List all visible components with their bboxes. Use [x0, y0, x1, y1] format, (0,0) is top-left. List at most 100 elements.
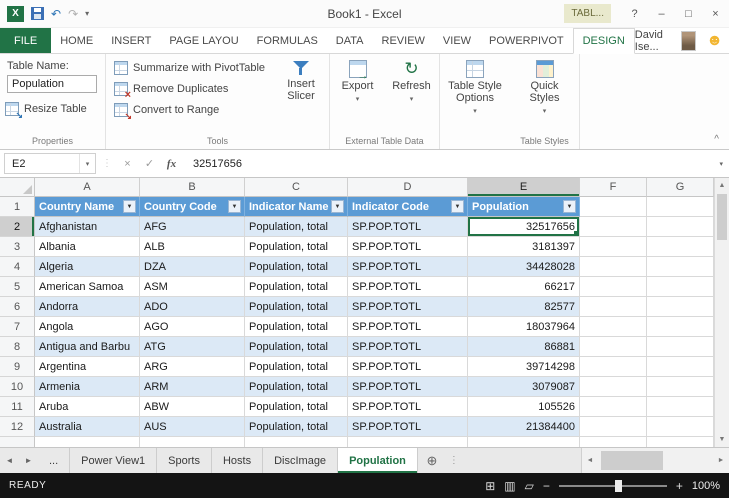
ribbon-tab-data[interactable]: DATA [327, 28, 373, 53]
page-break-view-icon[interactable]: ▱ [525, 480, 534, 492]
ribbon-tab-home[interactable]: HOME [51, 28, 102, 53]
cell-D5[interactable]: SP.POP.TOTL [348, 277, 468, 297]
cell-B5[interactable]: ASM [140, 277, 245, 297]
redo-icon[interactable]: ↷ [68, 8, 78, 20]
save-icon[interactable] [31, 7, 44, 20]
ribbon-tab-formulas[interactable]: FORMULAS [248, 28, 327, 53]
cell-G7[interactable] [647, 317, 714, 337]
cell-G11[interactable] [647, 397, 714, 417]
new-sheet-icon[interactable]: ⊕ [418, 448, 446, 473]
cell-D7[interactable]: SP.POP.TOTL [348, 317, 468, 337]
cell-G3[interactable] [647, 237, 714, 257]
row-header-10[interactable]: 10 [0, 377, 35, 397]
table-header-cell-E1[interactable]: Population ▼ [468, 197, 580, 217]
column-header-D[interactable]: D [348, 178, 468, 197]
row-header-11[interactable]: 11 [0, 397, 35, 417]
cell-F7[interactable] [580, 317, 647, 337]
ribbon-tab-file[interactable]: FILE [0, 28, 52, 53]
cell-G5[interactable] [647, 277, 714, 297]
cell-F5[interactable] [580, 277, 647, 297]
undo-icon[interactable]: ↶ [51, 8, 61, 20]
horizontal-scrollbar[interactable]: ◄ ► [581, 448, 729, 473]
row-header-4[interactable]: 4 [0, 257, 35, 277]
formula-bar-expand-icon[interactable]: ▾ [719, 160, 729, 168]
refresh-button[interactable]: ↻ Refresh ▾ [385, 54, 439, 106]
cell-D4[interactable]: SP.POP.TOTL [348, 257, 468, 277]
cancel-icon[interactable]: × [118, 158, 137, 170]
cell-E8[interactable]: 86881 [468, 337, 580, 357]
cell-E3[interactable]: 3181397 [468, 237, 580, 257]
excel-app-icon[interactable]: X [7, 5, 24, 22]
sheet-tab-sports[interactable]: Sports [157, 448, 212, 473]
table-header-cell-A1[interactable]: Country Name ▼ [35, 197, 140, 217]
cell-F2[interactable] [580, 217, 647, 237]
minimize-icon[interactable]: – [648, 3, 675, 25]
sheet-nav-right-icon[interactable]: ► [19, 448, 38, 473]
row-header-1[interactable]: 1 [0, 197, 35, 217]
ribbon-tab-page-layou[interactable]: PAGE LAYOU [160, 28, 247, 53]
vertical-scrollbar-thumb[interactable] [717, 194, 727, 240]
cell-A5[interactable]: American Samoa [35, 277, 140, 297]
cell-E2[interactable]: 32517656 [468, 217, 580, 237]
cell-C12[interactable]: Population, total [245, 417, 348, 437]
row-header-12[interactable]: 12 [0, 417, 35, 437]
cell-G12[interactable] [647, 417, 714, 437]
row-header-2[interactable]: 2 [0, 217, 35, 237]
cell-B11[interactable]: ABW [140, 397, 245, 417]
row-header-7[interactable]: 7 [0, 317, 35, 337]
cell-B9[interactable]: ARG [140, 357, 245, 377]
ribbon-tab-insert[interactable]: INSERT [102, 28, 160, 53]
cell-E4[interactable]: 34428028 [468, 257, 580, 277]
zoom-percentage[interactable]: 100% [692, 480, 720, 492]
cell-B10[interactable]: ARM [140, 377, 245, 397]
sheet-nav-left-icon[interactable]: ◄ [0, 448, 19, 473]
cell-C4[interactable]: Population, total [245, 257, 348, 277]
cell-E6[interactable]: 82577 [468, 297, 580, 317]
cell-D12[interactable]: SP.POP.TOTL [348, 417, 468, 437]
cell-B7[interactable]: AGO [140, 317, 245, 337]
cell-A10[interactable]: Armenia [35, 377, 140, 397]
cell-A2[interactable]: Afghanistan [35, 217, 140, 237]
column-header-B[interactable]: B [140, 178, 245, 197]
zoom-out-icon[interactable]: − [543, 479, 550, 493]
quick-styles-button[interactable]: Quick Styles ▾ [516, 54, 574, 118]
insert-slicer-button[interactable]: Insert Slicer [277, 54, 325, 102]
name-box[interactable]: E2 ▾ [4, 153, 96, 174]
cell-A7[interactable]: Angola [35, 317, 140, 337]
cell-C11[interactable]: Population, total [245, 397, 348, 417]
cell-D8[interactable]: SP.POP.TOTL [348, 337, 468, 357]
user-account[interactable]: David Ise... ☻ [635, 28, 729, 53]
maximize-icon[interactable]: □ [675, 3, 702, 25]
cell-F4[interactable] [580, 257, 647, 277]
cell-A13[interactable] [35, 437, 140, 447]
cell-F1[interactable] [580, 197, 647, 217]
zoom-slider-thumb[interactable] [615, 479, 622, 492]
row-header-6[interactable]: 6 [0, 297, 35, 317]
cell-F8[interactable] [580, 337, 647, 357]
resize-table-button[interactable]: Resize Table [5, 102, 87, 121]
cell-A12[interactable]: Australia [35, 417, 140, 437]
cell-C13[interactable] [245, 437, 348, 447]
ribbon-button-remove-duplicates[interactable]: Remove Duplicates [114, 82, 265, 101]
contextual-tab-header[interactable]: TABL... [564, 4, 611, 23]
cell-D11[interactable]: SP.POP.TOTL [348, 397, 468, 417]
cell-F3[interactable] [580, 237, 647, 257]
cell-G1[interactable] [647, 197, 714, 217]
row-header-13[interactable] [0, 437, 35, 447]
sheet-tab-discimage[interactable]: DiscImage [263, 448, 339, 473]
ribbon-tab-design[interactable]: DESIGN [572, 28, 635, 54]
ribbon-tab-review[interactable]: REVIEW [373, 28, 434, 53]
filter-dropdown-icon[interactable]: ▼ [563, 200, 576, 213]
cell-C7[interactable]: Population, total [245, 317, 348, 337]
row-header-9[interactable]: 9 [0, 357, 35, 377]
cell-F10[interactable] [580, 377, 647, 397]
column-header-A[interactable]: A [35, 178, 140, 197]
page-layout-view-icon[interactable]: ▥ [504, 480, 515, 492]
normal-view-icon[interactable]: ⊞ [485, 480, 495, 492]
sheet-tab-population[interactable]: Population [338, 448, 418, 473]
cell-B3[interactable]: ALB [140, 237, 245, 257]
cell-F13[interactable] [580, 437, 647, 447]
export-button[interactable]: Export▾ [331, 54, 385, 106]
cell-E13[interactable] [468, 437, 580, 447]
column-header-G[interactable]: G [647, 178, 714, 197]
